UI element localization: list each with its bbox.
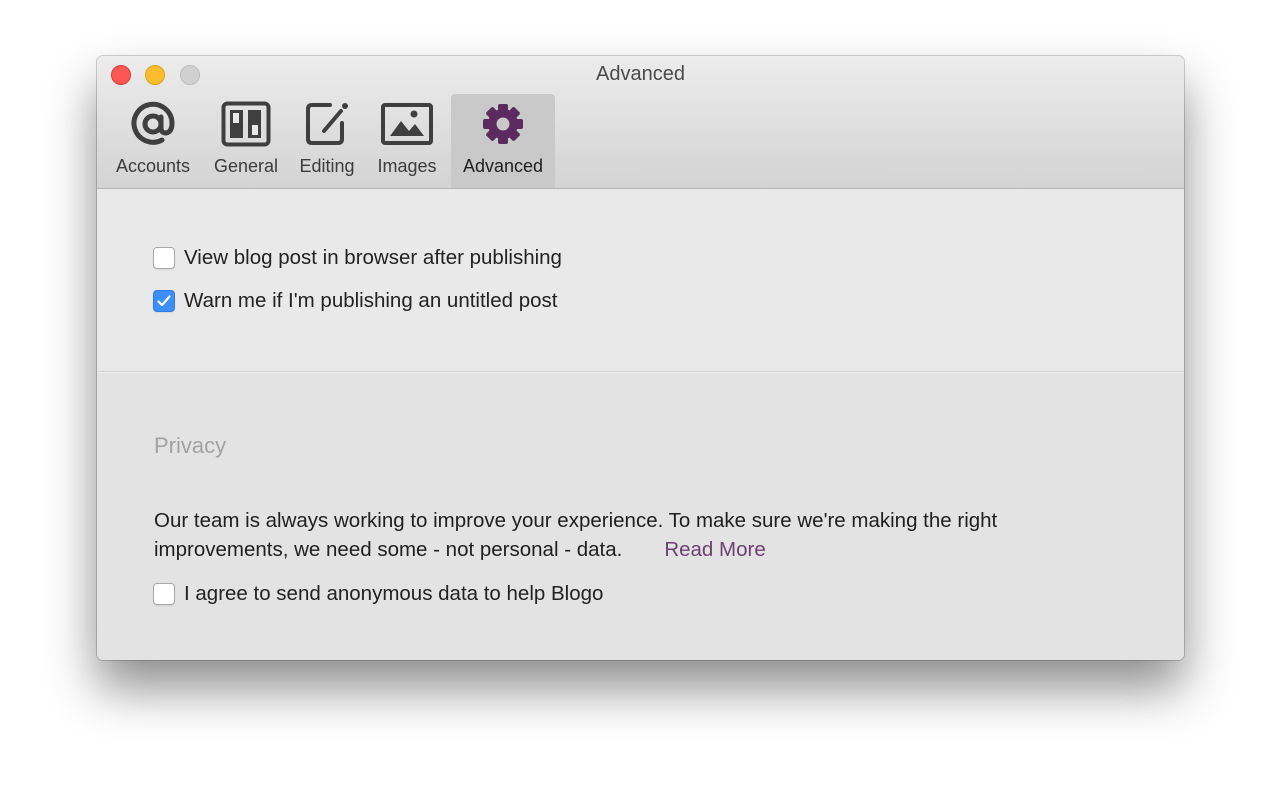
view-after-publish-checkbox[interactable] xyxy=(153,247,175,269)
privacy-text: Our team is always working to improve yo… xyxy=(154,509,998,561)
preferences-toolbar: Accounts General Editing Images Advanced xyxy=(105,94,555,188)
agree-anonymous-data-option[interactable]: I agree to send anonymous data to help B… xyxy=(153,582,603,606)
window-title: Advanced xyxy=(596,63,685,85)
layout-icon xyxy=(219,100,273,148)
tab-accounts[interactable]: Accounts xyxy=(105,94,201,188)
agree-anonymous-data-label: I agree to send anonymous data to help B… xyxy=(184,582,604,605)
tab-general[interactable]: General xyxy=(201,94,291,188)
tab-advanced[interactable]: Advanced xyxy=(451,94,555,188)
read-more-link[interactable]: Read More xyxy=(664,538,765,561)
tab-editing[interactable]: Editing xyxy=(291,94,363,188)
title-bar: Advanced Accounts General Editing Images… xyxy=(97,56,1184,189)
preferences-window: Advanced Accounts General Editing Images… xyxy=(97,56,1184,660)
at-icon xyxy=(126,100,180,148)
tab-label: General xyxy=(213,156,279,176)
tab-images[interactable]: Images xyxy=(363,94,451,188)
privacy-heading: Privacy xyxy=(154,433,227,458)
checkmark-icon xyxy=(157,295,171,307)
image-icon xyxy=(380,100,434,148)
edit-icon xyxy=(300,100,354,148)
tab-label: Images xyxy=(377,156,437,176)
tab-label: Accounts xyxy=(115,156,191,176)
publishing-options-section: View blog post in browser after publishi… xyxy=(97,189,1184,372)
warn-untitled-label: Warn me if I'm publishing an untitled po… xyxy=(184,289,558,312)
agree-anonymous-data-checkbox[interactable] xyxy=(153,583,175,605)
gear-icon xyxy=(476,100,530,148)
tab-label: Advanced xyxy=(462,156,544,176)
tab-label: Editing xyxy=(299,156,355,176)
privacy-section: Privacy Our team is always working to im… xyxy=(97,372,1184,660)
privacy-description: Our team is always working to improve yo… xyxy=(154,506,1114,564)
warn-untitled-checkbox[interactable] xyxy=(153,290,175,312)
warn-untitled-option[interactable]: Warn me if I'm publishing an untitled po… xyxy=(153,289,557,313)
view-after-publish-label: View blog post in browser after publishi… xyxy=(184,246,562,269)
view-after-publish-option[interactable]: View blog post in browser after publishi… xyxy=(153,246,562,270)
